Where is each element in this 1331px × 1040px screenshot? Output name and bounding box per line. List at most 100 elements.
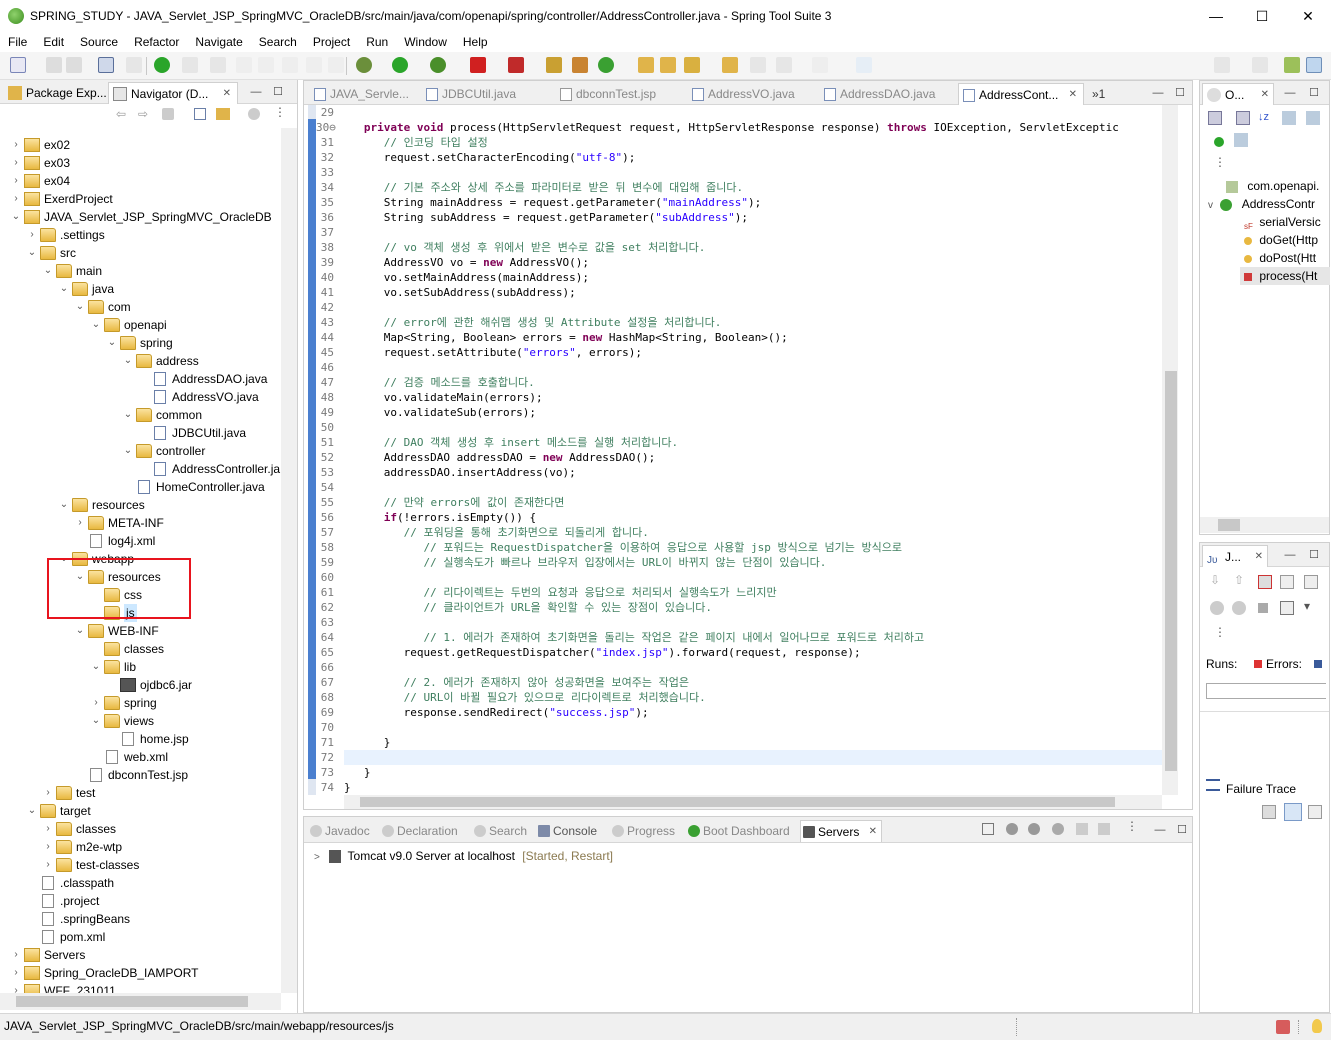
code-line[interactable]: 40 vo.setMainAddress(mainAddress); xyxy=(304,270,1162,285)
tool-icon-1[interactable] xyxy=(236,57,252,73)
pin-icon[interactable] xyxy=(210,57,226,73)
run-icon[interactable] xyxy=(392,57,408,73)
tree-item[interactable]: ⌄ lib xyxy=(0,658,280,676)
hide-static-icon[interactable] xyxy=(1306,111,1320,125)
code-line[interactable]: 72 xyxy=(304,750,1162,765)
close-tab-icon[interactable]: ✕ xyxy=(1255,546,1263,568)
tree-item[interactable]: › m2e-wtp xyxy=(0,838,280,856)
forward-icon[interactable]: ⇨ xyxy=(138,107,148,121)
code-line[interactable]: 65 request.getRequestDispatcher("index.j… xyxy=(304,645,1162,660)
code-line[interactable]: 73 } xyxy=(304,765,1162,780)
expand-chevron-icon[interactable]: › xyxy=(10,136,22,154)
tree-item[interactable]: › ex02 xyxy=(0,136,280,154)
tree-item[interactable]: css xyxy=(0,586,280,604)
tab-addressvo[interactable]: AddressVO.java xyxy=(688,83,808,105)
tree-item[interactable]: ⌄ resources xyxy=(0,568,280,586)
editor-hscroll-thumb[interactable] xyxy=(360,797,1115,807)
start-server-icon[interactable] xyxy=(1028,823,1040,835)
new-class-icon[interactable] xyxy=(546,57,562,73)
tree-item[interactable]: › test xyxy=(0,784,280,802)
tab-progress[interactable]: Progress xyxy=(610,820,680,842)
tree-item[interactable]: log4j.xml xyxy=(0,532,280,550)
code-line[interactable]: 38 // vo 객체 생성 후 위에서 받은 변수로 값을 set 처리합니다… xyxy=(304,240,1162,255)
menu-file[interactable]: File xyxy=(0,35,35,49)
server-row[interactable]: > Tomcat v9.0 Server at localhost [Start… xyxy=(314,847,613,865)
code-line[interactable]: 54 xyxy=(304,480,1162,495)
code-line[interactable]: 51 // DAO 객체 생성 후 insert 메소드를 실행 처리합니다. xyxy=(304,435,1162,450)
tree-item[interactable]: dbconnTest.jsp xyxy=(0,766,280,784)
outline-method-dopost[interactable]: doPost(Htt xyxy=(1244,249,1316,267)
new-spring-icon[interactable] xyxy=(598,57,614,73)
junit-view-menu-icon[interactable]: ▾ xyxy=(1304,599,1310,613)
tree-item[interactable]: pom.xml xyxy=(0,928,280,946)
new-icon[interactable] xyxy=(10,57,26,73)
code-line[interactable]: 53 addressDAO.insertAddress(vo); xyxy=(304,465,1162,480)
code-line[interactable]: 31 // 인코딩 타입 설정 xyxy=(304,135,1162,150)
more-tabs-button[interactable]: »1 xyxy=(1088,83,1118,105)
spring-perspective-icon[interactable] xyxy=(1284,57,1300,73)
outline-field-serial[interactable]: sF serialVersic xyxy=(1244,213,1321,231)
expand-chevron-icon[interactable]: › xyxy=(42,856,54,874)
tree-item[interactable]: web.xml xyxy=(0,748,280,766)
history-icon[interactable] xyxy=(1304,575,1318,589)
tree-item[interactable]: ⌄ controller xyxy=(0,442,280,460)
tree-item[interactable]: › spring xyxy=(0,694,280,712)
expand-chevron-icon[interactable]: › xyxy=(26,226,38,244)
menu-window[interactable]: Window xyxy=(396,35,455,49)
code-area[interactable]: 29 30⊖ private void process(HttpServletRe… xyxy=(304,105,1162,795)
forward-arrow-icon[interactable] xyxy=(812,57,828,73)
expand-chevron-icon[interactable]: > xyxy=(314,852,320,863)
code-line[interactable]: 64 // 1. 에러가 존재하여 초기화면을 돌리는 작업은 같은 페이지 내… xyxy=(304,630,1162,645)
previous-failure-icon[interactable]: ⇧ xyxy=(1234,573,1244,587)
view-menu-icon[interactable]: ⋮ xyxy=(1214,155,1226,169)
tree-item[interactable]: .project xyxy=(0,892,280,910)
tree-item[interactable]: ⌄ address xyxy=(0,352,280,370)
tree-item[interactable]: home.jsp xyxy=(0,730,280,748)
collapse-chevron-icon[interactable]: ⌄ xyxy=(58,496,70,514)
collapse-all-icon[interactable] xyxy=(1208,111,1222,125)
code-line[interactable]: 44 Map<String, Boolean> errors = new Has… xyxy=(304,330,1162,345)
lightbulb-icon[interactable] xyxy=(1312,1019,1322,1033)
open-perspective-toolbar-icon[interactable] xyxy=(856,57,872,73)
tree-item[interactable]: ⌄ resources xyxy=(0,496,280,514)
java-ee-perspective-icon[interactable] xyxy=(1306,57,1322,73)
code-line[interactable]: 71 } xyxy=(304,735,1162,750)
next-failure-icon[interactable]: ⇩ xyxy=(1210,573,1220,587)
tree-item[interactable]: › WFF_231011 xyxy=(0,982,280,993)
code-line[interactable]: 32 request.setCharacterEncoding("utf-8")… xyxy=(304,150,1162,165)
tree-item[interactable]: ⌄ java xyxy=(0,280,280,298)
server-icon[interactable] xyxy=(508,57,524,73)
tree-item[interactable]: ⌄ WEB-INF xyxy=(0,622,280,640)
code-line[interactable]: 39 AddressVO vo = new AddressVO(); xyxy=(304,255,1162,270)
console-icon[interactable] xyxy=(98,57,114,73)
close-tab-icon[interactable]: ✕ xyxy=(223,83,231,105)
collapse-chevron-icon[interactable]: ⌄ xyxy=(122,406,134,424)
tree-item[interactable]: ⌄ spring xyxy=(0,334,280,352)
boot-run-icon[interactable] xyxy=(154,57,170,73)
outline-method-process[interactable]: process(Ht xyxy=(1240,267,1330,285)
code-line[interactable]: 70 xyxy=(304,720,1162,735)
expand-chevron-icon[interactable]: › xyxy=(10,154,22,172)
maximize-button[interactable]: ☐ xyxy=(1239,0,1285,32)
back-arrow-icon[interactable] xyxy=(776,57,792,73)
collapse-all-icon[interactable] xyxy=(194,108,206,120)
tool-icon-2[interactable] xyxy=(258,57,274,73)
code-line[interactable]: 66 xyxy=(304,660,1162,675)
view-menu-icon[interactable]: ⋮ xyxy=(274,105,286,119)
view-menu-icon[interactable]: ⋮ xyxy=(1126,819,1138,833)
collapse-chevron-icon[interactable]: ⌄ xyxy=(10,208,22,226)
search-tool-icon[interactable] xyxy=(684,57,700,73)
tree-item[interactable]: .classpath xyxy=(0,874,280,892)
expand-chevron-icon[interactable]: › xyxy=(42,820,54,838)
menu-source[interactable]: Source xyxy=(72,35,126,49)
code-line[interactable]: 47 // 검증 메소드를 호출합니다. xyxy=(304,375,1162,390)
tree-hscroll-thumb[interactable] xyxy=(16,996,248,1007)
code-line[interactable]: 52 AddressDAO addressDAO = new AddressDA… xyxy=(304,450,1162,465)
tree-item[interactable]: HomeController.java xyxy=(0,478,280,496)
rerun-failed-icon[interactable] xyxy=(1232,601,1246,615)
minimize-view-icon[interactable]: — xyxy=(250,86,262,98)
minimize-outline-icon[interactable]: — xyxy=(1284,87,1296,99)
collapse-icon[interactable] xyxy=(982,823,994,835)
outline-class[interactable]: v AddressContr xyxy=(1208,195,1315,213)
collapse-chevron-icon[interactable]: ⌄ xyxy=(106,334,118,352)
